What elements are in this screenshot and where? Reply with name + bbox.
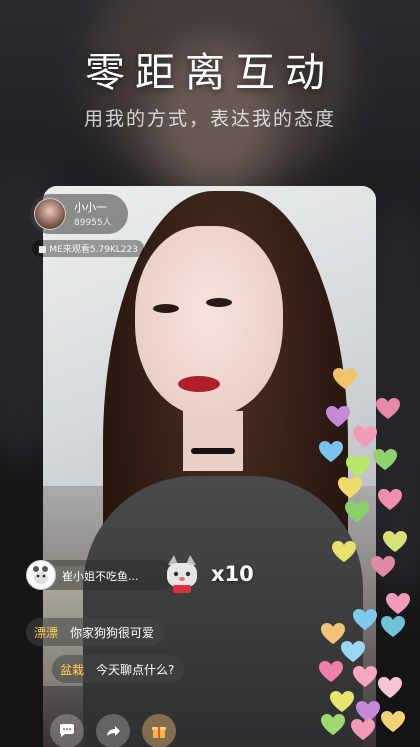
heart-icon (319, 661, 343, 682)
chat-bubble-icon (60, 724, 74, 737)
share-button[interactable] (96, 714, 130, 747)
heart-icon (383, 531, 407, 552)
video-camera-icon: ■ (38, 245, 47, 255)
heart-icon (371, 556, 395, 577)
heart-icon (321, 714, 345, 735)
anchor-avatar[interactable] (34, 198, 66, 230)
chat-message: 漂漂 你家狗狗很可爱 (26, 618, 165, 646)
gift-button[interactable] (142, 714, 176, 747)
heart-icon (386, 593, 410, 614)
heart-icon (373, 449, 397, 470)
room-id-text: ME来观看5.79KL223 (49, 245, 138, 255)
heart-icon (376, 398, 400, 419)
room-id: ■ ME来观看5.79KL223 (32, 240, 144, 257)
anchor-follower-count: 89955人 (74, 218, 112, 228)
anchor-name: 小小一 (74, 201, 107, 214)
promo-headline: 零距离互动 (85, 50, 335, 96)
anchor-badge[interactable]: 小小一 89955人 (30, 194, 128, 234)
heart-icon (353, 609, 377, 630)
gift-sender-name: 崔小姐不吃鱼... (62, 570, 139, 583)
heart-icon (330, 691, 354, 712)
heart-icon (378, 677, 402, 698)
chat-username[interactable]: 盆栽 (60, 661, 84, 678)
heart-icon (338, 477, 362, 498)
gift-multiplier: x10 (211, 562, 254, 586)
gift-box-icon (152, 727, 166, 738)
heart-icon (351, 719, 375, 740)
gift-notification: 崔小姐不吃鱼... (26, 560, 176, 590)
streamer-neck (183, 411, 243, 471)
heart-icon (326, 406, 350, 427)
heart-icon (319, 441, 343, 462)
heart-icon (353, 426, 377, 447)
chat-button[interactable] (50, 714, 84, 747)
gift-sender-avatar (26, 560, 56, 590)
right-eye (206, 298, 232, 307)
chat-text: 你家狗狗很可爱 (70, 625, 155, 640)
choker (191, 448, 235, 454)
lips (178, 376, 220, 392)
chat-message: 盆栽 今天聊点什么? (52, 655, 185, 683)
heart-icon (345, 501, 369, 522)
cat-gift-icon (167, 555, 197, 593)
share-icon (107, 726, 120, 736)
heart-icon (353, 666, 377, 687)
streamer-sweater (83, 476, 363, 747)
heart-icon (378, 489, 402, 510)
chat-text: 今天聊点什么? (96, 662, 175, 677)
promo-subline: 用我的方式，表达我的态度 (83, 108, 336, 130)
heart-icon (333, 368, 357, 389)
left-eye (153, 304, 179, 313)
heart-icon (381, 711, 405, 732)
chat-username[interactable]: 漂漂 (34, 624, 58, 641)
heart-icon (332, 541, 356, 562)
heart-icon (381, 616, 405, 637)
